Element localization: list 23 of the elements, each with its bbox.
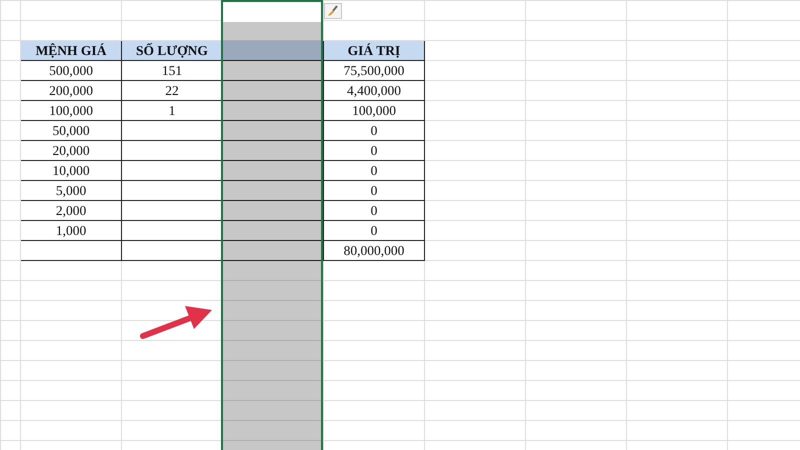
table-cell: 0 [324,200,424,220]
table-cell: 10,000 [20,160,122,180]
table-cell: 80,000,000 [324,240,424,260]
table-cell: 50,000 [20,120,122,140]
paste-options-icon[interactable] [324,3,342,19]
table-cell: 75,500,000 [324,60,424,80]
table-cell: 0 [324,140,424,160]
column-header: GIÁ TRỊ [324,40,424,60]
table-cell: 20,000 [20,140,122,160]
table-cell: 5,000 [20,180,122,200]
column-header: SỐ LƯỢNG [122,40,222,60]
table-cell: 100,000 [324,100,424,120]
table-cell: 2,000 [20,200,122,220]
table-cell: 1,000 [20,220,122,240]
table-cell: 100,000 [20,100,122,120]
table-cell: 0 [324,180,424,200]
table-cell: 0 [324,120,424,140]
column-header: MỆNH GIÁ [20,40,122,60]
table-cell: 0 [324,220,424,240]
table-cell: 0 [324,160,424,180]
table-cell: 4,400,000 [324,80,424,100]
table-cell: 200,000 [20,80,122,100]
table-cell: 500,000 [20,60,122,80]
